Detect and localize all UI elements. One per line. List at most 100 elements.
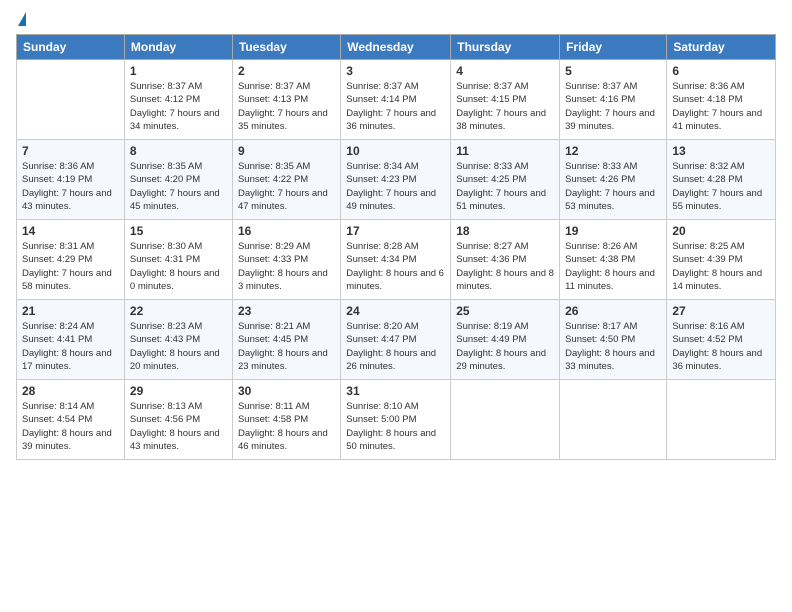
- calendar-cell: 1Sunrise: 8:37 AMSunset: 4:12 PMDaylight…: [124, 60, 232, 140]
- calendar-cell: 6Sunrise: 8:36 AMSunset: 4:18 PMDaylight…: [667, 60, 776, 140]
- day-number: 22: [130, 304, 227, 318]
- calendar-page: SundayMondayTuesdayWednesdayThursdayFrid…: [0, 0, 792, 470]
- day-number: 3: [346, 64, 445, 78]
- calendar-cell: [560, 380, 667, 460]
- day-info: Sunrise: 8:28 AMSunset: 4:34 PMDaylight:…: [346, 240, 445, 293]
- day-info: Sunrise: 8:14 AMSunset: 4:54 PMDaylight:…: [22, 400, 119, 453]
- day-number: 7: [22, 144, 119, 158]
- day-info: Sunrise: 8:30 AMSunset: 4:31 PMDaylight:…: [130, 240, 227, 293]
- day-info: Sunrise: 8:37 AMSunset: 4:16 PMDaylight:…: [565, 80, 661, 133]
- calendar-cell: 8 Sunrise: 8:35 AMSunset: 4:20 PMDaylight…: [124, 140, 232, 220]
- day-info: Sunrise: 8:31 AMSunset: 4:29 PMDaylight:…: [22, 240, 119, 293]
- day-info: Sunrise: 8:37 AMSunset: 4:15 PMDaylight:…: [456, 80, 554, 133]
- day-number: 12: [565, 144, 661, 158]
- calendar-cell: 15 Sunrise: 8:30 AMSunset: 4:31 PMDayligh…: [124, 220, 232, 300]
- day-info: Sunrise: 8:21 AMSunset: 4:45 PMDaylight:…: [238, 320, 335, 373]
- calendar-week-row: 21 Sunrise: 8:24 AMSunset: 4:41 PMDayligh…: [17, 300, 776, 380]
- day-number: 13: [672, 144, 770, 158]
- calendar-cell: 14 Sunrise: 8:31 AMSunset: 4:29 PMDayligh…: [17, 220, 125, 300]
- day-number: 28: [22, 384, 119, 398]
- day-number: 15: [130, 224, 227, 238]
- calendar-cell: 11 Sunrise: 8:33 AMSunset: 4:25 PMDayligh…: [451, 140, 560, 220]
- day-info: Sunrise: 8:37 AMSunset: 4:12 PMDaylight:…: [130, 80, 227, 133]
- calendar-table: SundayMondayTuesdayWednesdayThursdayFrid…: [16, 34, 776, 460]
- day-info: Sunrise: 8:13 AMSunset: 4:56 PMDaylight:…: [130, 400, 227, 453]
- day-number: 31: [346, 384, 445, 398]
- day-info: Sunrise: 8:10 AMSunset: 5:00 PMDaylight:…: [346, 400, 445, 453]
- calendar-cell: 4 Sunrise: 8:37 AMSunset: 4:15 PMDaylight…: [451, 60, 560, 140]
- day-number: 9: [238, 144, 335, 158]
- day-info: Sunrise: 8:24 AMSunset: 4:41 PMDaylight:…: [22, 320, 119, 373]
- calendar-cell: 28 Sunrise: 8:14 AMSunset: 4:54 PMDayligh…: [17, 380, 125, 460]
- day-number: 2: [238, 64, 335, 78]
- day-number: 8: [130, 144, 227, 158]
- day-number: 25: [456, 304, 554, 318]
- calendar-cell: 18Sunrise: 8:27 AMSunset: 4:36 PMDayligh…: [451, 220, 560, 300]
- day-number: 23: [238, 304, 335, 318]
- day-number: 20: [672, 224, 770, 238]
- calendar-cell: 3 Sunrise: 8:37 AMSunset: 4:14 PMDaylight…: [341, 60, 451, 140]
- calendar-cell: [17, 60, 125, 140]
- calendar-cell: 19 Sunrise: 8:26 AMSunset: 4:38 PMDayligh…: [560, 220, 667, 300]
- day-info: Sunrise: 8:33 AMSunset: 4:25 PMDaylight:…: [456, 160, 554, 213]
- day-info: Sunrise: 8:16 AMSunset: 4:52 PMDaylight:…: [672, 320, 770, 373]
- calendar-cell: 16 Sunrise: 8:29 AMSunset: 4:33 PMDayligh…: [232, 220, 340, 300]
- day-info: Sunrise: 8:19 AMSunset: 4:49 PMDaylight:…: [456, 320, 554, 373]
- day-info: Sunrise: 8:35 AMSunset: 4:20 PMDaylight:…: [130, 160, 227, 213]
- logo: [16, 12, 26, 26]
- calendar-cell: 10 Sunrise: 8:34 AMSunset: 4:23 PMDayligh…: [341, 140, 451, 220]
- col-header-thursday: Thursday: [451, 35, 560, 60]
- col-header-tuesday: Tuesday: [232, 35, 340, 60]
- calendar-cell: 7 Sunrise: 8:36 AMSunset: 4:19 PMDaylight…: [17, 140, 125, 220]
- calendar-cell: [667, 380, 776, 460]
- day-info: Sunrise: 8:23 AMSunset: 4:43 PMDaylight:…: [130, 320, 227, 373]
- day-number: 19: [565, 224, 661, 238]
- calendar-cell: 13 Sunrise: 8:32 AMSunset: 4:28 PMDayligh…: [667, 140, 776, 220]
- col-header-sunday: Sunday: [17, 35, 125, 60]
- day-number: 17: [346, 224, 445, 238]
- day-info: Sunrise: 8:11 AMSunset: 4:58 PMDaylight:…: [238, 400, 335, 453]
- day-info: Sunrise: 8:37 AMSunset: 4:14 PMDaylight:…: [346, 80, 445, 133]
- day-info: Sunrise: 8:26 AMSunset: 4:38 PMDaylight:…: [565, 240, 661, 293]
- day-number: 16: [238, 224, 335, 238]
- calendar-week-row: 28 Sunrise: 8:14 AMSunset: 4:54 PMDayligh…: [17, 380, 776, 460]
- day-number: 10: [346, 144, 445, 158]
- day-info: Sunrise: 8:20 AMSunset: 4:47 PMDaylight:…: [346, 320, 445, 373]
- day-number: 30: [238, 384, 335, 398]
- col-header-wednesday: Wednesday: [341, 35, 451, 60]
- calendar-cell: 27 Sunrise: 8:16 AMSunset: 4:52 PMDayligh…: [667, 300, 776, 380]
- calendar-cell: 25 Sunrise: 8:19 AMSunset: 4:49 PMDayligh…: [451, 300, 560, 380]
- col-header-friday: Friday: [560, 35, 667, 60]
- day-info: Sunrise: 8:33 AMSunset: 4:26 PMDaylight:…: [565, 160, 661, 213]
- calendar-cell: 17 Sunrise: 8:28 AMSunset: 4:34 PMDayligh…: [341, 220, 451, 300]
- calendar-cell: 21 Sunrise: 8:24 AMSunset: 4:41 PMDayligh…: [17, 300, 125, 380]
- day-info: Sunrise: 8:29 AMSunset: 4:33 PMDaylight:…: [238, 240, 335, 293]
- calendar-header-row: SundayMondayTuesdayWednesdayThursdayFrid…: [17, 35, 776, 60]
- calendar-cell: 2Sunrise: 8:37 AMSunset: 4:13 PMDaylight…: [232, 60, 340, 140]
- calendar-cell: 31 Sunrise: 8:10 AMSunset: 5:00 PMDayligh…: [341, 380, 451, 460]
- day-info: Sunrise: 8:34 AMSunset: 4:23 PMDaylight:…: [346, 160, 445, 213]
- logo-triangle-icon: [18, 12, 26, 26]
- calendar-cell: 26Sunrise: 8:17 AMSunset: 4:50 PMDayligh…: [560, 300, 667, 380]
- day-info: Sunrise: 8:32 AMSunset: 4:28 PMDaylight:…: [672, 160, 770, 213]
- day-info: Sunrise: 8:17 AMSunset: 4:50 PMDaylight:…: [565, 320, 661, 373]
- day-number: 5: [565, 64, 661, 78]
- day-info: Sunrise: 8:35 AMSunset: 4:22 PMDaylight:…: [238, 160, 335, 213]
- day-number: 21: [22, 304, 119, 318]
- day-number: 11: [456, 144, 554, 158]
- day-info: Sunrise: 8:27 AMSunset: 4:36 PMDaylight:…: [456, 240, 554, 293]
- day-number: 24: [346, 304, 445, 318]
- calendar-week-row: 1Sunrise: 8:37 AMSunset: 4:12 PMDaylight…: [17, 60, 776, 140]
- day-info: Sunrise: 8:36 AMSunset: 4:19 PMDaylight:…: [22, 160, 119, 213]
- calendar-cell: 24 Sunrise: 8:20 AMSunset: 4:47 PMDayligh…: [341, 300, 451, 380]
- day-number: 27: [672, 304, 770, 318]
- calendar-cell: 20Sunrise: 8:25 AMSunset: 4:39 PMDayligh…: [667, 220, 776, 300]
- calendar-cell: 9 Sunrise: 8:35 AMSunset: 4:22 PMDaylight…: [232, 140, 340, 220]
- day-number: 14: [22, 224, 119, 238]
- calendar-cell: 5 Sunrise: 8:37 AMSunset: 4:16 PMDaylight…: [560, 60, 667, 140]
- calendar-cell: 29Sunrise: 8:13 AMSunset: 4:56 PMDayligh…: [124, 380, 232, 460]
- day-number: 4: [456, 64, 554, 78]
- day-info: Sunrise: 8:36 AMSunset: 4:18 PMDaylight:…: [672, 80, 770, 133]
- calendar-cell: 22 Sunrise: 8:23 AMSunset: 4:43 PMDayligh…: [124, 300, 232, 380]
- calendar-cell: 30 Sunrise: 8:11 AMSunset: 4:58 PMDayligh…: [232, 380, 340, 460]
